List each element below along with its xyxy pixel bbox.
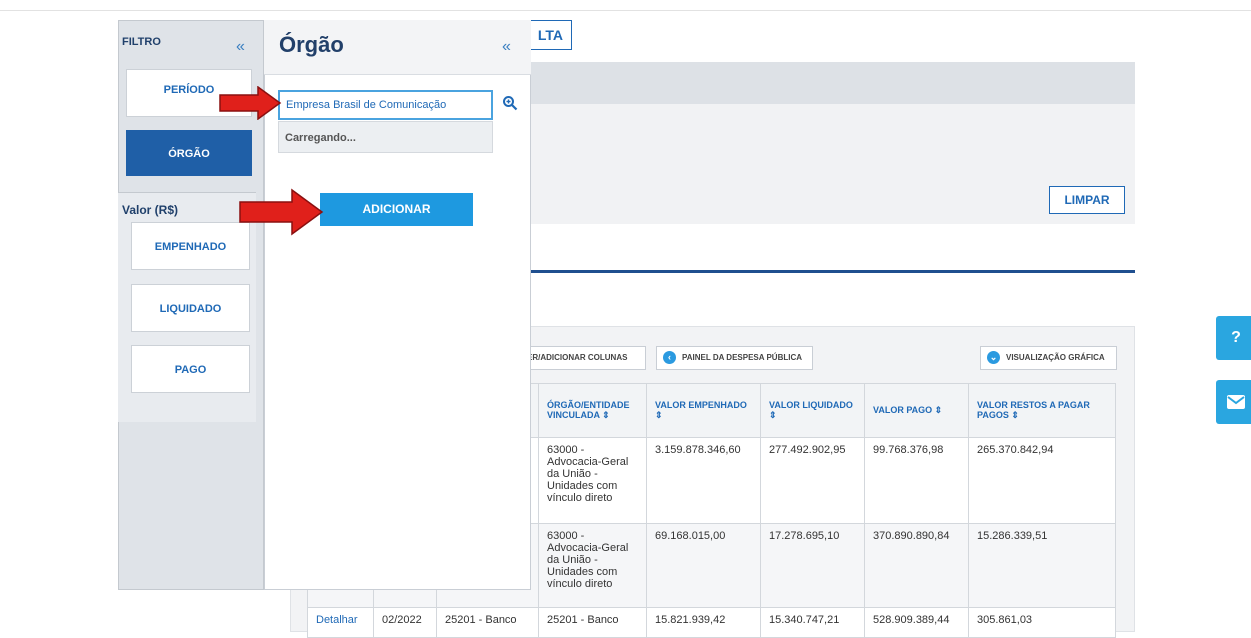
cell-empenhado: 69.168.015,00 xyxy=(646,523,761,608)
cell-pago: 99.768.376,98 xyxy=(864,437,969,524)
column-header-liquidado[interactable]: VALOR LIQUIDADO ⇕ xyxy=(760,383,865,438)
add-columns-button[interactable]: ER/ADICIONAR COLUNAS xyxy=(520,346,646,370)
column-header-empenhado[interactable]: VALOR EMPENHADO ⇕ xyxy=(646,383,761,438)
orgao-search-input[interactable] xyxy=(278,90,493,120)
cell-empenhado: 15.821.939,42 xyxy=(646,607,761,638)
orgao-panel-title: Órgão xyxy=(279,32,344,57)
cell-entidade: 63000 - Advocacia-Geral da União - Unida… xyxy=(538,437,647,524)
cell-empenhado: 3.159.878.346,60 xyxy=(646,437,761,524)
filter-empenhado-button[interactable]: EMPENHADO xyxy=(131,222,250,270)
add-columns-label: ER/ADICIONAR COLUNAS xyxy=(527,353,628,362)
cell-orgao: 25201 - Banco xyxy=(436,607,539,638)
question-icon: ? xyxy=(1231,329,1241,346)
clear-button[interactable]: LIMPAR xyxy=(1049,186,1125,214)
filter-title: FILTRO xyxy=(122,36,161,48)
chevron-down-icon: ⌄ xyxy=(987,351,1000,365)
zoom-search-icon[interactable] xyxy=(502,95,518,111)
valor-title: Valor (R$) xyxy=(122,203,179,217)
contact-button[interactable] xyxy=(1216,380,1251,424)
filter-liquidado-button[interactable]: LIQUIDADO xyxy=(131,284,250,332)
cell-restos: 305.861,03 xyxy=(968,607,1116,638)
cell-entidade: 25201 - Banco xyxy=(538,607,647,638)
cell-liquidado: 15.340.747,21 xyxy=(760,607,865,638)
cell-restos: 265.370.842,94 xyxy=(968,437,1116,524)
table-row: Detalhar 02/2022 25201 - Banco 25201 - B… xyxy=(307,607,1116,638)
filter-pago-button[interactable]: PAGO xyxy=(131,345,250,393)
filter-orgao-button[interactable]: ÓRGÃO xyxy=(126,130,252,176)
cell-liquidado: 17.278.695,10 xyxy=(760,523,865,608)
top-divider xyxy=(0,10,1251,11)
help-button[interactable]: ? xyxy=(1216,316,1251,360)
envelope-icon xyxy=(1227,395,1245,409)
collapse-orgao-icon[interactable]: « xyxy=(502,38,511,56)
painel-despesa-button[interactable]: ‹ PAINEL DA DESPESA PÚBLICA xyxy=(656,346,813,370)
cell-pago: 370.890.890,84 xyxy=(864,523,969,608)
cell-pago: 528.909.389,44 xyxy=(864,607,969,638)
collapse-filter-icon[interactable]: « xyxy=(236,38,245,56)
painel-label: PAINEL DA DESPESA PÚBLICA xyxy=(682,353,803,362)
cell-restos: 15.286.339,51 xyxy=(968,523,1116,608)
loading-suggestion: Carregando... xyxy=(278,121,493,153)
cell-detalhar[interactable]: Detalhar xyxy=(307,607,374,638)
red-arrow-icon xyxy=(239,188,324,236)
chevron-left-icon: ‹ xyxy=(663,351,676,365)
cell-liquidado: 277.492.902,95 xyxy=(760,437,865,524)
cell-entidade: 63000 - Advocacia-Geral da União - Unida… xyxy=(538,523,647,608)
visualizacao-grafica-button[interactable]: ⌄ VISUALIZAÇÃO GRÁFICA xyxy=(980,346,1117,370)
cell-mes: 02/2022 xyxy=(373,607,437,638)
red-arrow-icon xyxy=(219,86,282,120)
add-button[interactable]: ADICIONAR xyxy=(320,193,473,226)
grafica-label: VISUALIZAÇÃO GRÁFICA xyxy=(1006,353,1105,362)
column-header-entidade[interactable]: ÓRGÃO/ENTIDADE VINCULADA ⇕ xyxy=(538,383,647,438)
column-header-pago[interactable]: VALOR PAGO ⇕ xyxy=(864,383,969,438)
column-header-restos[interactable]: VALOR RESTOS A PAGAR PAGOS ⇕ xyxy=(968,383,1116,438)
